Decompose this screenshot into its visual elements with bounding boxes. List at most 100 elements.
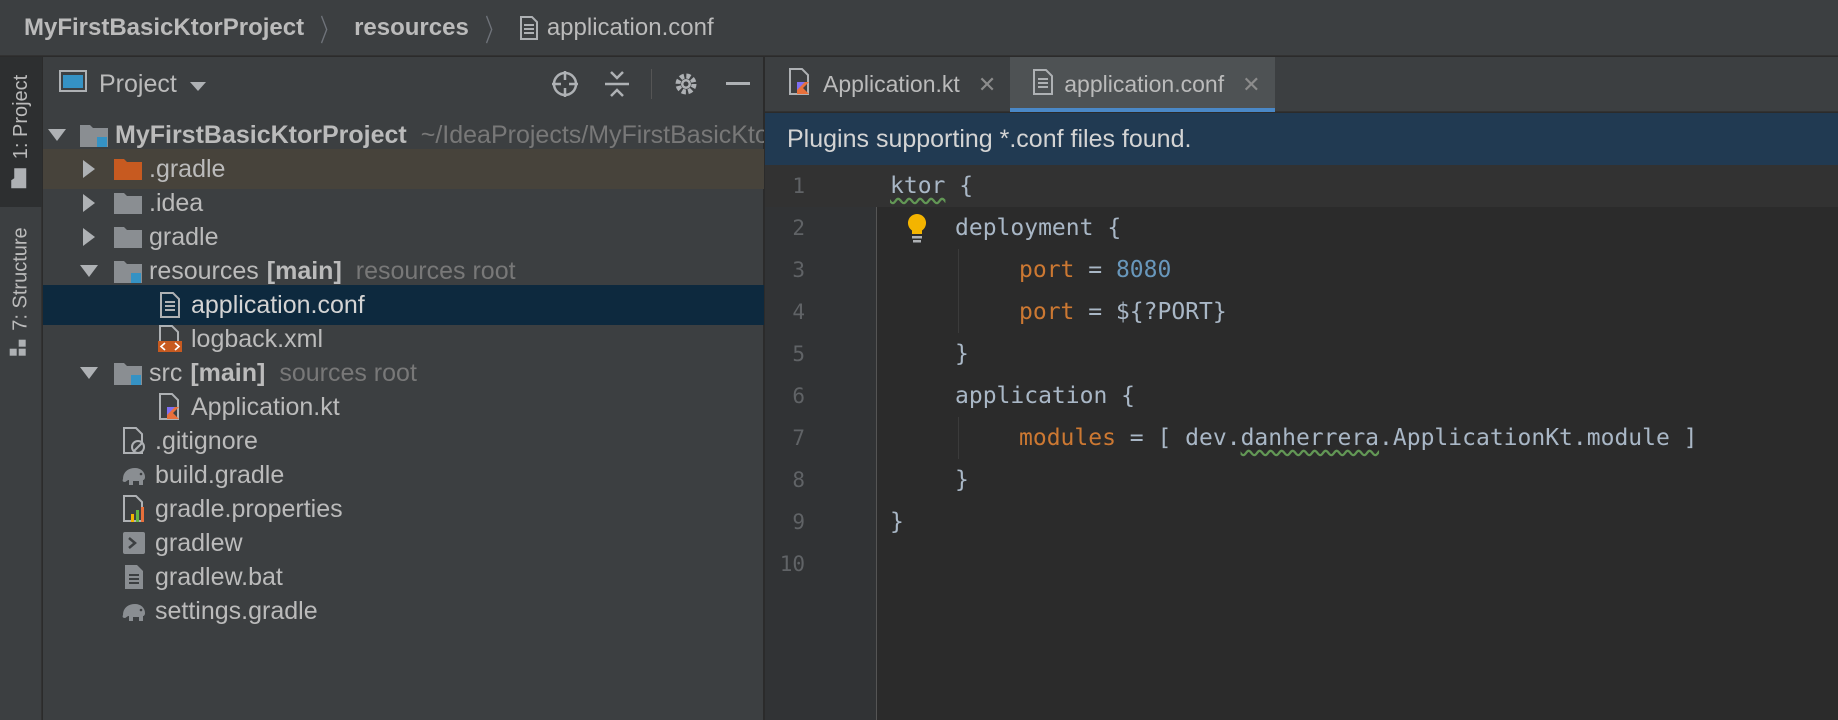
tree-item-settings-gradle[interactable]: settings.gradle (43, 591, 764, 631)
tree-item-label: resources (149, 256, 259, 285)
sources-root-icon (113, 358, 143, 388)
tool-window-strip: 1: Project 7: Structure (0, 57, 42, 720)
code-line: 3 port = 8080 (765, 249, 1838, 291)
file-icon (1032, 68, 1054, 101)
project-window-icon (59, 69, 87, 100)
chevron-right-icon[interactable] (77, 157, 101, 181)
code-token: port (1019, 257, 1075, 283)
code-token: ktor (890, 173, 946, 199)
properties-file-icon (119, 494, 149, 524)
tree-item-label: .gitignore (155, 426, 258, 455)
code-token: = (1074, 257, 1116, 283)
breadcrumb-project[interactable]: MyFirstBasicKtorProject (24, 14, 304, 42)
editor-area: Application.kt ✕ application.conf ✕ Plug… (765, 57, 1838, 720)
resources-root-icon (113, 256, 143, 286)
tree-item-label: MyFirstBasicKtorProject (115, 120, 407, 149)
code-token: } (955, 467, 969, 493)
tree-item-tag: [main] (190, 358, 266, 387)
tree-item-tag: [main] (266, 256, 342, 285)
structure-tool-label: 7: Structure (9, 227, 32, 331)
chevron-down-icon[interactable] (77, 361, 101, 385)
folder-icon (9, 167, 33, 189)
line-number: 7 (792, 426, 805, 450)
chevron-right-icon[interactable] (77, 191, 101, 215)
breadcrumb: MyFirstBasicKtorProject 〉 resources 〉 ap… (0, 0, 1838, 56)
chevron-right-icon[interactable] (77, 225, 101, 249)
structure-icon (9, 339, 33, 357)
tree-item-label: gradlew.bat (155, 562, 283, 591)
tree-item-label: gradle (149, 222, 219, 251)
tree-item-label: gradle.properties (155, 494, 343, 523)
tree-item-label: settings.gradle (155, 596, 318, 625)
chevron-down-icon (189, 70, 207, 99)
tab-structure-tool[interactable]: 7: Structure (0, 217, 42, 367)
module-folder-icon (79, 120, 109, 150)
project-panel-header: Project (43, 57, 764, 111)
xml-file-icon (155, 324, 185, 354)
line-number: 9 (792, 510, 805, 534)
file-icon (519, 15, 539, 40)
code-line: 4 port = ${?PORT} (765, 291, 1838, 333)
code-token: = ${?PORT} (1074, 299, 1227, 325)
plugin-suggestion-banner: Plugins supporting *.conf files found. (765, 113, 1838, 165)
excluded-folder-icon (113, 154, 143, 184)
line-number: 4 (792, 300, 805, 324)
code-token: danherrera (1240, 425, 1380, 451)
tree-item-hint: sources root (279, 358, 417, 387)
code-line: 2 deployment { (765, 207, 1838, 249)
code-token: deployment { (955, 215, 1122, 241)
line-number: 6 (792, 384, 805, 408)
folder-icon (113, 222, 143, 252)
project-tool-label: 1: Project (9, 74, 32, 160)
tab-application-kt[interactable]: Application.kt ✕ (765, 57, 1010, 112)
code-line: 9 } (765, 501, 1838, 543)
shell-script-icon (119, 528, 149, 558)
code-token: 8080 (1115, 257, 1172, 283)
line-number: 5 (792, 342, 805, 366)
code-token: = [ dev. (1115, 425, 1241, 451)
code-token: .ApplicationKt.module ] (1379, 425, 1698, 451)
project-panel-title: Project (99, 69, 177, 98)
tree-item-label: build.gradle (155, 460, 285, 489)
line-number: 8 (792, 468, 805, 492)
tree-item-label: application.conf (191, 290, 365, 319)
gradle-elephant-icon (119, 596, 149, 626)
code-token: { (945, 173, 974, 199)
project-view-selector[interactable]: Project (59, 69, 207, 100)
chevron-down-icon[interactable] (47, 123, 67, 147)
tab-label: application.conf (1064, 71, 1225, 97)
tree-item-label: logback.xml (191, 324, 323, 353)
locate-icon[interactable] (545, 64, 585, 104)
lightbulb-icon[interactable] (902, 211, 932, 245)
tree-item-label: Application.kt (191, 392, 340, 421)
tree-item-path: ~/IdeaProjects/MyFirstBasicKtorProject (420, 120, 764, 149)
breadcrumb-separator: 〉 (484, 14, 503, 48)
code-token: modules (1019, 425, 1116, 451)
toolbar-divider (651, 69, 652, 99)
tab-label: Application.kt (823, 71, 960, 97)
gear-icon[interactable] (666, 64, 706, 104)
chevron-down-icon[interactable] (77, 259, 101, 283)
breadcrumb-separator: 〉 (320, 14, 339, 48)
code-line: 5 } (765, 333, 1838, 375)
tree-item-label: src (149, 358, 183, 387)
breadcrumb-folder[interactable]: resources (354, 14, 469, 42)
line-number: 10 (779, 552, 805, 576)
text-file-icon (119, 562, 149, 592)
tab-project-tool[interactable]: 1: Project (0, 57, 42, 207)
close-icon[interactable]: ✕ (1242, 72, 1260, 98)
close-icon[interactable]: ✕ (978, 72, 996, 98)
tab-application-conf[interactable]: application.conf ✕ (1010, 57, 1275, 112)
minimize-icon[interactable] (718, 64, 758, 104)
code-line: 10 (765, 543, 1838, 585)
code-line: 1 ktor { (765, 165, 1838, 207)
line-number: 2 (792, 216, 805, 240)
collapse-all-icon[interactable] (597, 64, 637, 104)
tree-item-label: .gradle (149, 154, 226, 183)
code-editor[interactable]: 1 ktor { 2 deployment { 3 port = 8080 4 … (765, 165, 1838, 720)
breadcrumb-file[interactable]: application.conf (547, 14, 714, 42)
tree-item-hint: resources root (355, 256, 516, 285)
line-number: 3 (792, 258, 805, 282)
file-icon (155, 290, 185, 320)
code-token: application { (955, 383, 1136, 409)
